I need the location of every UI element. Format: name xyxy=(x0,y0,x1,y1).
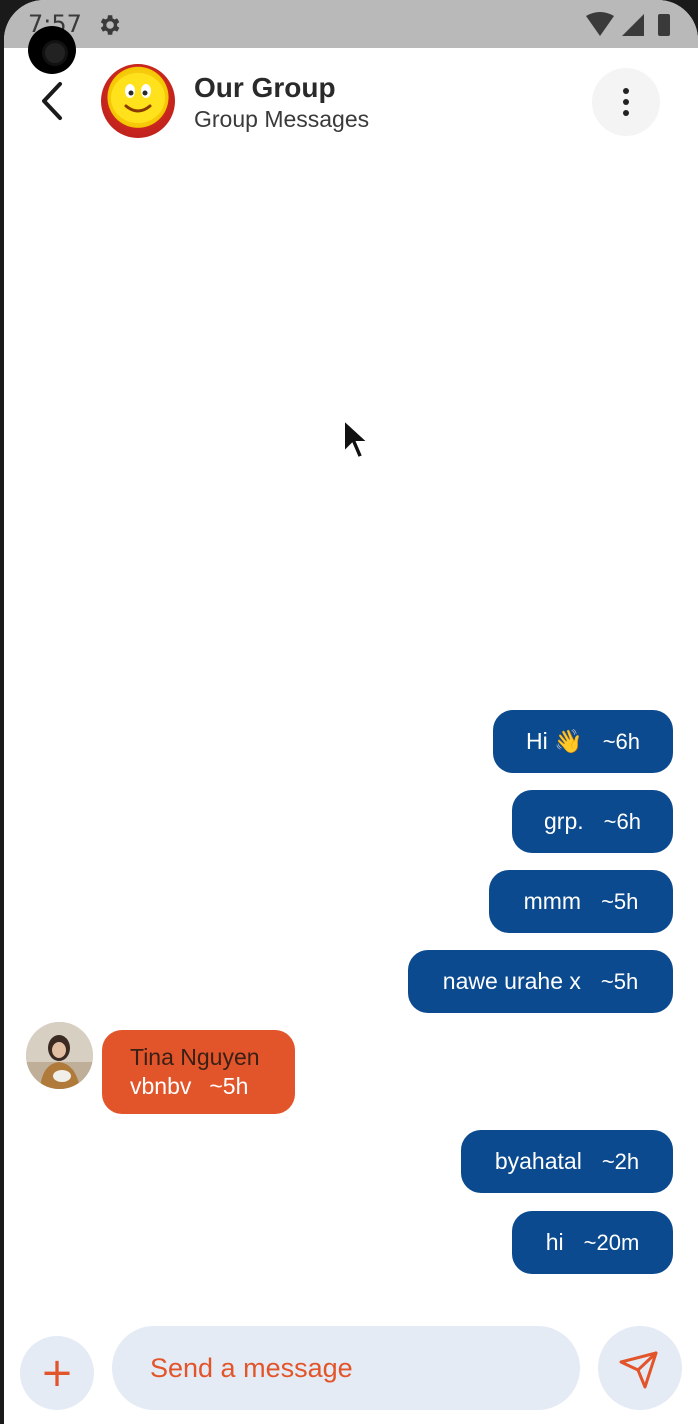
sender-avatar[interactable] xyxy=(26,1022,93,1089)
battery-icon xyxy=(658,14,670,36)
message-bubble-outgoing[interactable]: nawe urahe x ~5h xyxy=(408,950,673,1013)
message-bubble-outgoing[interactable]: byahatal ~2h xyxy=(461,1130,673,1193)
person-photo xyxy=(26,1022,93,1089)
message-input[interactable] xyxy=(112,1326,580,1410)
message-text: hi xyxy=(545,1229,564,1255)
smiley-face-icon xyxy=(111,73,165,123)
message-time: ~2h xyxy=(601,1148,640,1174)
dot-icon xyxy=(623,88,629,94)
status-icons xyxy=(586,12,670,36)
chat-header: Our Group Group Messages xyxy=(4,48,698,158)
message-bubble-incoming[interactable]: Tina Nguyen vbnbv ~5h xyxy=(102,1030,295,1114)
status-bar: 7:57 xyxy=(4,0,698,48)
message-text: Hi 👋 xyxy=(525,728,583,754)
message-time: ~6h xyxy=(602,728,641,754)
settings-gear-icon xyxy=(100,15,120,35)
message-text: byahatal xyxy=(494,1148,582,1174)
wifi-icon xyxy=(586,12,614,36)
message-bubble-outgoing[interactable]: hi ~20m xyxy=(512,1211,673,1274)
phone-screen: 7:57 Our Group Group Messages Hi 👋 ~6h g… xyxy=(4,0,698,1424)
back-arrow-icon[interactable] xyxy=(30,76,74,126)
message-bubble-outgoing[interactable]: mmm ~5h xyxy=(489,870,673,933)
group-avatar[interactable] xyxy=(101,64,175,138)
signal-icon xyxy=(622,14,644,36)
message-bubble-outgoing[interactable]: Hi 👋 ~6h xyxy=(493,710,673,773)
message-time: ~20m xyxy=(583,1229,640,1255)
group-subtitle: Group Messages xyxy=(194,106,370,132)
message-time: ~6h xyxy=(603,808,641,834)
message-composer: + xyxy=(4,1320,698,1424)
message-bubble-outgoing[interactable]: grp. ~6h xyxy=(512,790,673,853)
plus-icon: + xyxy=(40,1350,74,1396)
message-time: ~5h xyxy=(600,968,639,994)
mouse-pointer-icon xyxy=(343,418,370,460)
message-text: vbnbv xyxy=(130,1073,192,1099)
message-text: mmm xyxy=(523,888,582,914)
sender-name: Tina Nguyen xyxy=(130,1044,260,1070)
send-button[interactable] xyxy=(598,1326,682,1410)
message-text: grp. xyxy=(544,808,584,834)
message-text: nawe urahe x xyxy=(442,968,581,994)
dot-icon xyxy=(623,110,629,116)
more-options-button[interactable] xyxy=(592,68,660,136)
send-icon xyxy=(619,1351,658,1389)
dot-icon xyxy=(623,99,629,105)
message-time: ~5h xyxy=(209,1073,249,1099)
message-time: ~5h xyxy=(601,888,639,914)
add-attachment-button[interactable]: + xyxy=(20,1336,94,1410)
group-name: Our Group xyxy=(194,72,336,103)
